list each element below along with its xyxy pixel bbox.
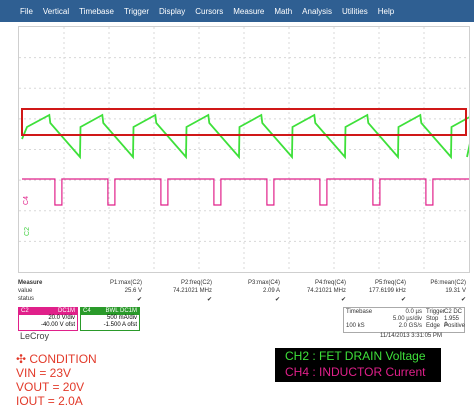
menu-file[interactable]: File — [0, 7, 38, 16]
grid — [19, 27, 469, 272]
measure-panel: Measure P1:max(C2) P2:freq(C2) P3:max(C4… — [18, 280, 468, 306]
ch2-scale: 20.0 V/div — [48, 315, 75, 321]
param-value: 74.21021 MHz — [306, 288, 346, 294]
legend-ch2: CH2 : FET DRAIN Voltage — [285, 349, 426, 363]
menu-math[interactable]: Math — [269, 7, 297, 16]
ch4-marker: C4 — [22, 196, 30, 205]
trigger-label: Trigger — [426, 309, 445, 315]
condition-title: CONDITION — [29, 352, 97, 366]
timebase-offset: 0.0 µs — [405, 309, 422, 315]
condition-line: VOUT = 20V — [16, 380, 85, 394]
timestamp: 11/14/2013 3:31:05 PM — [380, 333, 442, 339]
status-check-icon: ✔ — [206, 297, 212, 303]
ch4-scale: 500 mA/div — [106, 315, 137, 321]
param-value: 74.21021 MHz — [172, 288, 212, 294]
param-name[interactable]: P5:freq(C4) — [344, 280, 406, 286]
menu-measure[interactable]: Measure — [228, 7, 269, 16]
ch4-descriptor[interactable]: C4 BWL DC1M 500 mA/div -1.500 A ofst — [80, 307, 140, 331]
trigger-polarity: Positive — [444, 323, 466, 329]
ch2-coupling: DC1M — [57, 308, 75, 314]
menu-utilities[interactable]: Utilities — [337, 7, 373, 16]
param-name[interactable]: P2:freq(C2) — [150, 280, 212, 286]
param-name[interactable]: P1:max(C2) — [80, 280, 142, 286]
timebase-label: Timebase — [346, 309, 373, 315]
status-check-icon: ✔ — [460, 297, 466, 303]
param-value: 25.6 V — [124, 288, 142, 294]
menu-bar: File Vertical Timebase Trigger Display C… — [0, 0, 474, 22]
param-name[interactable]: P6:mean(C2) — [404, 280, 466, 286]
trigger-source: C2 DC — [444, 309, 463, 315]
ch2-marker: C2 — [23, 227, 31, 236]
sample-count: 100 kS — [346, 323, 365, 329]
menu-timebase[interactable]: Timebase — [74, 7, 119, 16]
waveform-display — [19, 27, 469, 272]
ch4-offset: -1.500 A ofst — [103, 322, 137, 328]
menu-trigger[interactable]: Trigger — [119, 7, 154, 16]
menu-cursors[interactable]: Cursors — [190, 7, 228, 16]
trigger-mode: Stop — [426, 316, 439, 322]
legend-ch4: CH4 : INDUCTOR Current — [285, 365, 426, 379]
ch4-name: C4 — [83, 308, 91, 314]
menu-analysis[interactable]: Analysis — [297, 7, 337, 16]
ch2-name: C2 — [21, 308, 29, 314]
condition-line: VIN = 23V — [16, 366, 72, 380]
menu-display[interactable]: Display — [154, 7, 190, 16]
param-name[interactable]: P3:max(C4) — [218, 280, 280, 286]
ch4-waveform — [22, 178, 469, 206]
param-value: 2.09 A — [262, 288, 280, 294]
param-name[interactable]: P4:freq(C4) — [284, 280, 346, 286]
status-label: status — [18, 296, 35, 302]
menu-help[interactable]: Help — [373, 7, 399, 16]
condition-block: ✣ CONDITION VIN = 23V VOUT = 20V IOUT = … — [16, 352, 97, 408]
status-check-icon: ✔ — [136, 297, 142, 303]
timebase-trigger-panel[interactable]: Timebase 0.0 µs Trigger C2 DC 5.00 µs/di… — [343, 307, 465, 333]
condition-line: IOUT = 2.0A — [16, 394, 83, 408]
measure-label: Measure — [18, 280, 43, 286]
value-label: value — [18, 288, 33, 294]
param-value: 19.31 V — [445, 288, 466, 294]
status-check-icon: ✔ — [400, 297, 406, 303]
scope-screen[interactable]: C4 C2 — [18, 26, 470, 273]
ch2-offset: -40.00 V ofst — [40, 322, 75, 328]
param-value: 177.6199 kHz — [368, 288, 406, 294]
status-check-icon: ✔ — [274, 297, 280, 303]
ch2-descriptor[interactable]: C2 DC1M 20.0 V/div -40.00 V ofst — [18, 307, 78, 331]
sample-rate: 2.0 GS/s — [398, 323, 422, 329]
menu-vertical[interactable]: Vertical — [38, 7, 74, 16]
ch4-coupling: BWL DC1M — [105, 308, 137, 314]
legend-box: CH2 : FET DRAIN Voltage CH4 : INDUCTOR C… — [275, 348, 441, 382]
trigger-type: Edge — [426, 323, 441, 329]
status-check-icon: ✔ — [340, 297, 346, 303]
timebase-div: 5.00 µs/div — [392, 316, 422, 322]
brand-logo: LeCroy — [20, 331, 50, 341]
condition-bullet-icon: ✣ — [16, 352, 30, 366]
